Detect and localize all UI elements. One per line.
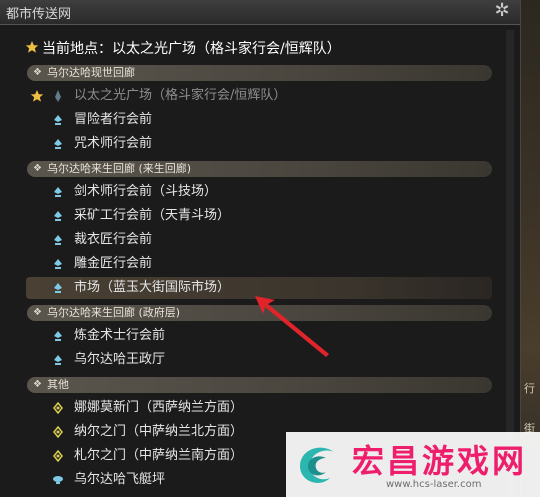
section-label: 乌尔达哈来生回廊 (政府层) <box>47 306 181 319</box>
aetheryte-item[interactable]: 娜娜莫新门（西萨纳兰方面） <box>26 397 492 419</box>
current-location: 当前地点：以太之光广场（格斗家行会/恒辉队） <box>26 38 341 58</box>
aetheryte-label: 娜娜莫新门（西萨纳兰方面） <box>74 400 244 415</box>
aetheryte-label: 札尔之门（中萨纳兰南方面） <box>74 448 244 463</box>
aetheryte-label: 咒术师行会前 <box>74 136 153 151</box>
section-header: ❖ 其他 <box>27 377 492 393</box>
aetheryte-item[interactable]: 采矿工行会前（天青斗场） <box>26 205 492 227</box>
aetheryte-label: 乌尔达哈王政厅 <box>74 352 166 367</box>
aetheryte-label: 剑术师行会前（斗技场） <box>74 184 218 199</box>
aetheryte-shard-icon <box>54 115 62 125</box>
aetheryte-item[interactable]: 冒险者行会前 <box>26 109 492 131</box>
aetheryte-shard-icon <box>54 211 62 221</box>
watermark-logo <box>300 447 334 483</box>
aetheryte-shard-icon <box>54 355 62 365</box>
side-text: 行 <box>524 382 535 395</box>
aetheryte-label: 乌尔达哈飞艇坪 <box>74 472 166 487</box>
aetheryte-network-window: 都市传送网 ✲ 当前地点：以太之光广场（格斗家行会/恒辉队） ❖ 乌尔达哈现世回廊… <box>0 0 521 497</box>
aetheryte-item[interactable]: 裁衣匠行会前 <box>26 229 492 251</box>
diamond-icon: ❖ <box>33 67 42 78</box>
aetheryte-shard-icon <box>54 283 62 293</box>
gear-icon[interactable]: ✲ <box>492 1 512 21</box>
aetheryte-item[interactable]: 咒术师行会前 <box>26 133 492 155</box>
aetheryte-shard-icon <box>54 139 62 149</box>
watermark-brand: 宏昌游戏网 <box>352 442 528 480</box>
section-label: 乌尔达哈现世回廊 <box>47 66 135 79</box>
aetheryte-item[interactable]: 剑术师行会前（斗技场） <box>26 181 492 203</box>
watermark: 宏昌游戏网 www.hcs-laser.com <box>286 432 540 497</box>
aetheryte-item[interactable]: 以太之光广场（格斗家行会/恒辉队） <box>26 85 492 107</box>
section-header: ❖ 乌尔达哈现世回廊 <box>27 65 492 81</box>
aetheryte-item[interactable]: 雕金匠行会前 <box>26 253 492 275</box>
aetheryte-shard-icon <box>54 331 62 341</box>
watermark-url: www.hcs-laser.com <box>386 479 482 490</box>
red-arrow-annotation <box>255 296 329 357</box>
aetheryte-label: 市场（蓝玉大街国际市场） <box>74 280 231 295</box>
aetheryte-label: 冒险者行会前 <box>74 112 153 127</box>
window-title: 都市传送网 <box>6 7 72 22</box>
star-icon <box>30 90 44 102</box>
diamond-icon: ❖ <box>33 307 42 318</box>
diamond-icon: ❖ <box>33 163 42 174</box>
aetheryte-label: 以太之光广场（格斗家行会/恒辉队） <box>74 88 287 103</box>
section-header: ❖ 乌尔达哈来生回廊 (来生回廊) <box>27 161 492 177</box>
aetheryte-shard-icon <box>54 187 62 197</box>
section-label: 其他 <box>47 378 69 391</box>
window-titlebar[interactable]: 都市传送网 ✲ <box>0 0 520 25</box>
aetheryte-label: 纳尔之门（中萨纳兰北方面） <box>74 424 244 439</box>
gate-icon <box>53 450 63 462</box>
gate-icon <box>53 402 63 414</box>
airship-icon <box>53 476 63 484</box>
aetheryte-label: 采矿工行会前（天青斗场） <box>74 208 231 223</box>
diamond-icon: ❖ <box>33 379 42 390</box>
gate-icon <box>53 426 63 438</box>
aetheryte-plaza-icon <box>55 90 61 102</box>
section-label: 乌尔达哈来生回廊 (来生回廊) <box>47 162 192 175</box>
aetheryte-shard-icon <box>54 235 62 245</box>
scrollbar[interactable] <box>506 30 514 497</box>
aetheryte-label: 雕金匠行会前 <box>74 256 153 271</box>
aetheryte-label: 裁衣匠行会前 <box>74 232 153 247</box>
aetheryte-shard-icon <box>54 259 62 269</box>
aetheryte-label: 炼金术士行会前 <box>74 328 166 343</box>
current-location-text: 当前地点：以太之光广场（格斗家行会/恒辉队） <box>42 41 341 57</box>
